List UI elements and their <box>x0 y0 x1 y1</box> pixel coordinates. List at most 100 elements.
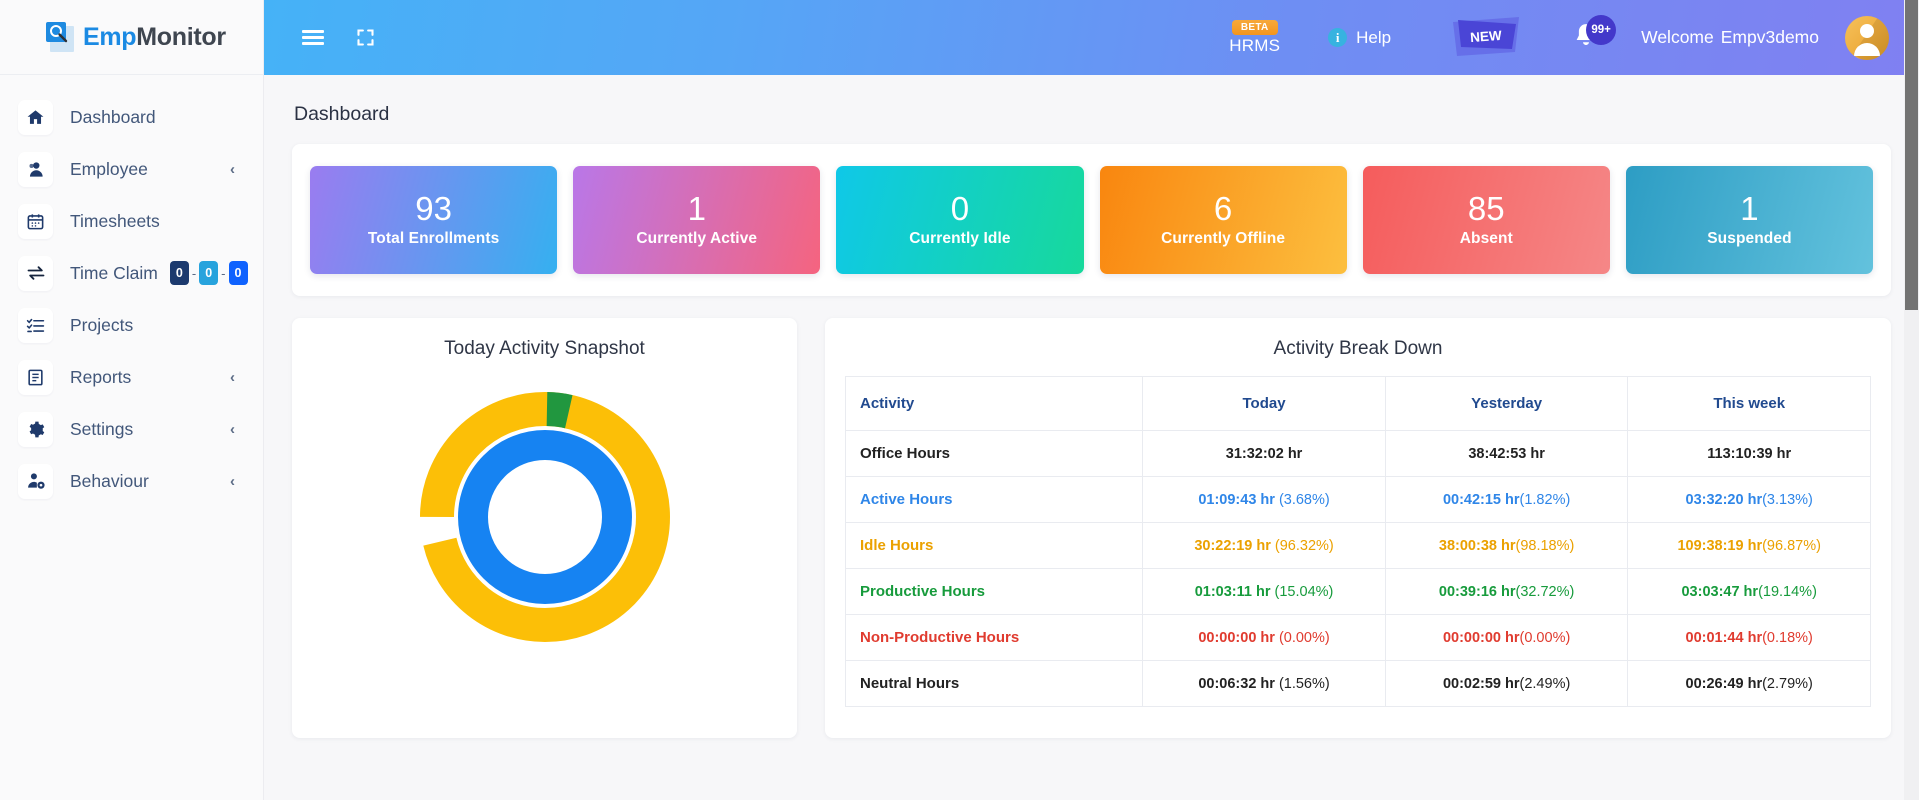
sidebar-item-settings[interactable]: Settings ‹ <box>0 403 263 455</box>
lower-panels: Today Activity Snapshot Activity Break D… <box>292 318 1891 738</box>
row-week-value: 00:26:49 hr(2.79%) <box>1627 660 1871 707</box>
sidebar-label: Behaviour <box>70 470 149 491</box>
time-claim-badge-3[interactable]: 0 <box>228 261 248 285</box>
stat-card-currently-idle[interactable]: 0 Currently Idle <box>836 166 1084 274</box>
help-label: Help <box>1356 27 1392 47</box>
stat-label: Total Enrollments <box>367 229 500 247</box>
sidebar-label: Timesheets <box>70 210 160 231</box>
hrms-button[interactable]: BETA HRMS <box>1229 19 1281 56</box>
row-activity-label: Neutral Hours <box>844 660 1144 707</box>
chevron-left-icon[interactable]: ‹ <box>230 370 235 385</box>
sidebar-label: Employee <box>70 158 148 179</box>
page-title: Dashboard <box>294 103 390 125</box>
breakdown-title: Activity Break Down <box>1273 338 1443 359</box>
notifications-button[interactable]: 99+ <box>1571 14 1617 56</box>
sidebar-item-time-claim[interactable]: Time Claim 0 - 0 - 0 <box>0 247 263 299</box>
stat-value: 93 <box>415 190 452 228</box>
welcome-greeting: Welcome Empv3demo <box>1641 27 1819 48</box>
info-icon: i <box>1328 28 1348 47</box>
time-claim-badge-2[interactable]: 0 <box>199 261 219 285</box>
stat-label: Currently Active <box>636 229 758 247</box>
badge-separator: - <box>221 265 226 281</box>
inner-ring-office-hours <box>457 430 632 604</box>
row-today-value: 00:06:32 hr (1.56%) <box>1142 660 1386 707</box>
row-today-value: 00:00:00 hr (0.00%) <box>1142 614 1386 661</box>
notification-count-badge: 99+ <box>1586 14 1617 45</box>
sidebar: EmpMonitor Dashboard Employee ‹ Timeshee… <box>0 0 264 800</box>
dashboard-page: EmpMonitor Dashboard Employee ‹ Timeshee… <box>0 0 1919 800</box>
sidebar-label: Projects <box>70 314 134 335</box>
table-row: Office Hours 31:32:02 hr 38:42:53 hr 113… <box>844 430 1871 477</box>
row-yesterday-value: 38:00:38 hr(98.18%) <box>1384 522 1629 569</box>
stats-panel: 93 Total Enrollments 1 Currently Active … <box>292 144 1891 296</box>
row-activity-label: Active Hours <box>844 476 1144 523</box>
row-today-value: 31:32:02 hr <box>1142 430 1386 477</box>
row-yesterday-value: 00:00:00 hr(0.00%) <box>1384 614 1629 661</box>
row-today-value: 01:03:11 hr (15.04%) <box>1142 568 1386 615</box>
row-today-value: 30:22:19 hr (96.32%) <box>1142 522 1386 569</box>
sidebar-nav: Dashboard Employee ‹ Timesheets Time Cla… <box>0 75 263 800</box>
user-gear-icon <box>18 463 53 499</box>
row-week-value: 113:10:39 hr <box>1627 430 1871 477</box>
hrms-label: HRMS <box>1229 35 1281 55</box>
top-header: BETA HRMS i Help NEW 99+ Welcome Empv3de… <box>264 0 1919 75</box>
activity-breakdown-table: Activity Today Yesterday This week Offic… <box>844 376 1871 707</box>
column-header-activity: Activity <box>844 376 1144 431</box>
sidebar-item-dashboard[interactable]: Dashboard <box>0 91 263 143</box>
stat-value: 6 <box>1213 190 1233 228</box>
snapshot-title: Today Activity Snapshot <box>444 338 645 359</box>
help-button[interactable]: i Help <box>1328 28 1391 48</box>
table-row: Neutral Hours 00:06:32 hr (1.56%) 00:02:… <box>844 660 1871 707</box>
sidebar-item-timesheets[interactable]: Timesheets <box>0 195 263 247</box>
stat-card-currently-active[interactable]: 1 Currently Active <box>573 166 821 274</box>
row-yesterday-value: 00:39:16 hr(32.72%) <box>1384 568 1629 615</box>
page-scrollbar-track[interactable] <box>1904 0 1919 800</box>
time-claim-badges: 0 - 0 - 0 <box>169 261 248 285</box>
row-activity-label: Office Hours <box>844 430 1144 477</box>
magnifier-document-icon <box>46 22 76 52</box>
home-icon <box>18 99 53 135</box>
sidebar-label: Dashboard <box>70 106 156 127</box>
brand-logo-block[interactable]: EmpMonitor <box>0 0 263 75</box>
stat-value: 1 <box>1740 190 1759 228</box>
chevron-left-icon[interactable]: ‹ <box>230 162 235 177</box>
stats-row: 93 Total Enrollments 1 Currently Active … <box>310 166 1874 274</box>
row-activity-label: Idle Hours <box>844 522 1144 569</box>
sidebar-label: Time Claim <box>70 262 158 283</box>
fullscreen-icon[interactable] <box>346 19 384 57</box>
beta-badge: BETA <box>1231 19 1278 35</box>
chevron-left-icon[interactable]: ‹ <box>230 422 235 437</box>
stat-card-total-enrollments[interactable]: 93 Total Enrollments <box>310 166 558 274</box>
sidebar-item-projects[interactable]: Projects <box>0 299 263 351</box>
new-banner-icon[interactable]: NEW <box>1449 14 1523 62</box>
table-header-row: Activity Today Yesterday This week <box>844 376 1871 431</box>
row-week-value: 109:38:19 hr(96.87%) <box>1627 522 1871 569</box>
stat-label: Currently Idle <box>909 229 1011 247</box>
brand-monitor: Monitor <box>136 22 226 51</box>
stat-card-suspended[interactable]: 1 Suspended <box>1625 166 1874 274</box>
table-body: Office Hours 31:32:02 hr 38:42:53 hr 113… <box>844 430 1871 707</box>
sidebar-item-reports[interactable]: Reports ‹ <box>0 351 263 403</box>
hamburger-icon[interactable] <box>294 19 332 57</box>
sidebar-item-employee[interactable]: Employee ‹ <box>0 143 263 195</box>
stat-value: 0 <box>950 190 970 228</box>
stat-value: 1 <box>687 190 706 228</box>
stat-card-currently-offline[interactable]: 6 Currently Offline <box>1099 166 1347 274</box>
stat-value: 85 <box>1467 190 1505 228</box>
calendar-icon <box>18 203 53 239</box>
nested-donut-svg <box>419 392 670 642</box>
row-yesterday-value: 00:42:15 hr(1.82%) <box>1384 476 1629 523</box>
sidebar-item-behaviour[interactable]: Behaviour ‹ <box>0 455 263 507</box>
time-claim-badge-1[interactable]: 0 <box>169 261 189 285</box>
exchange-icon <box>18 255 53 291</box>
chevron-left-icon[interactable]: ‹ <box>230 474 235 489</box>
sidebar-label: Settings <box>70 418 134 439</box>
table-row: Non-Productive Hours 00:00:00 hr (0.00%)… <box>844 614 1871 661</box>
column-header-today: Today <box>1142 376 1386 431</box>
page-scrollbar-thumb[interactable] <box>1905 0 1918 310</box>
main-area: BETA HRMS i Help NEW 99+ Welcome Empv3de… <box>264 0 1919 800</box>
table-row: Active Hours 01:09:43 hr (3.68%) 00:42:1… <box>844 476 1871 523</box>
avatar[interactable] <box>1845 15 1889 60</box>
stat-card-absent[interactable]: 85 Absent <box>1362 166 1610 274</box>
row-week-value: 00:01:44 hr(0.18%) <box>1627 614 1871 661</box>
